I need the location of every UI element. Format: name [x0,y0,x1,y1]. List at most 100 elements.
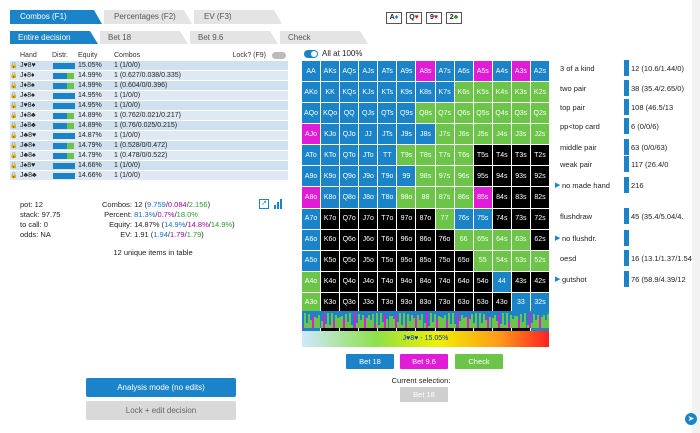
range-cell[interactable]: K7s [435,82,454,103]
range-cell[interactable]: 65s [473,229,492,250]
range-cell[interactable]: Q8o [340,187,359,208]
range-cell[interactable]: K6o [321,229,340,250]
range-cell[interactable]: 84o [416,271,435,292]
range-cell[interactable]: 98s [416,166,435,187]
table-row[interactable]: 🔒 J♠8♠ 14.95% 1 (1/0/0) [10,91,288,101]
range-cell[interactable]: A5s [473,61,492,82]
range-cell[interactable]: K3o [321,292,340,313]
lock-icon[interactable]: 🔒 [10,112,18,119]
category-row[interactable]: weak pair 117 (26.4/0 [555,156,700,172]
range-cell[interactable]: 75s [473,208,492,229]
range-cell[interactable]: Q3s [511,103,530,124]
lock-icon[interactable]: 🔒 [10,132,18,139]
expand-arrow-icon[interactable]: ▶ [555,275,560,283]
range-cell[interactable]: T3o [378,292,397,313]
range-cell[interactable]: KJs [359,82,378,103]
tab-bet-9-6[interactable]: Bet 9.6 [190,31,278,44]
lock-icon[interactable]: 🔒 [10,142,18,149]
range-cell[interactable]: 42s [530,271,549,292]
range-cell[interactable]: ATs [378,61,397,82]
range-cell[interactable]: T4s [492,145,511,166]
range-cell[interactable]: 64s [492,229,511,250]
range-cell[interactable]: KQs [340,82,359,103]
lock-icon[interactable]: 🔒 [10,62,18,69]
col-hand[interactable]: Hand [18,52,52,61]
lock-edit-decision-button[interactable]: Lock + edit decision [86,401,236,420]
range-cell[interactable]: J8s [416,124,435,145]
range-cell[interactable]: KTo [321,145,340,166]
range-cell[interactable]: KJo [321,124,340,145]
range-cell[interactable]: 85o [416,250,435,271]
range-cell[interactable]: Q5s [473,103,492,124]
range-cell[interactable]: Q7o [340,208,359,229]
range-cell[interactable]: J8o [359,187,378,208]
range-cell[interactable]: 43o [492,292,511,313]
range-cell[interactable]: A4o [302,271,321,292]
range-cell[interactable]: Q4o [340,271,359,292]
action-check-button[interactable]: Check [455,354,503,369]
range-cell[interactable]: T8o [378,187,397,208]
expand-arrow-icon[interactable]: ▶ [555,181,560,189]
range-cell[interactable]: AJo [302,124,321,145]
category-row[interactable]: middle pair 63 (0/0/63) [555,139,700,155]
range-cell[interactable]: 54o [473,271,492,292]
external-link-icon[interactable]: ↗ [259,199,269,209]
range-cell[interactable]: AKo [302,82,321,103]
range-cell[interactable]: T6s [454,145,473,166]
range-cell[interactable]: T9s [397,145,416,166]
range-cell[interactable]: K4o [321,271,340,292]
lock-icon[interactable]: 🔒 [10,72,18,79]
range-cell[interactable]: 93o [397,292,416,313]
tab-ev[interactable]: EV (F3) [194,10,282,24]
range-cell[interactable]: K4s [492,82,511,103]
range-cell[interactable]: KQo [321,103,340,124]
action-bet-9-6-button[interactable]: Bet 9.6 [400,354,448,369]
range-cell[interactable]: A6o [302,229,321,250]
range-cell[interactable]: K3s [511,82,530,103]
range-cell[interactable]: Q2s [530,103,549,124]
range-cell[interactable]: 44 [492,271,511,292]
range-cell[interactable]: QQ [340,103,359,124]
range-cell[interactable]: 95s [473,166,492,187]
range-cell[interactable]: 95o [397,250,416,271]
lock-icon[interactable]: 🔒 [10,162,18,169]
range-cell[interactable]: 62s [530,229,549,250]
range-cell[interactable]: QTo [340,145,359,166]
range-cell[interactable]: 96s [454,166,473,187]
range-cell[interactable]: J5s [473,124,492,145]
range-cell[interactable]: T9o [378,166,397,187]
range-cell[interactable]: T6o [378,229,397,250]
range-cell[interactable]: A3o [302,292,321,313]
tab-percentages[interactable]: Percentages (F2) [104,10,192,24]
lock-toggle[interactable] [272,52,286,59]
category-row[interactable]: ▶ no flushdr. [555,230,700,246]
range-cell[interactable]: K9s [397,82,416,103]
lock-icon[interactable]: 🔒 [10,102,18,109]
range-cell[interactable]: 73o [435,292,454,313]
range-cell[interactable]: 63o [454,292,473,313]
range-cell[interactable]: K7o [321,208,340,229]
range-cell[interactable]: AQs [340,61,359,82]
table-row[interactable]: 🔒 J♣8♥ 14.87% 1 (1/0/0) [10,131,288,141]
range-cell[interactable]: JTo [359,145,378,166]
range-cell[interactable]: 83s [511,187,530,208]
range-cell[interactable]: 97s [435,166,454,187]
range-cell[interactable]: 76o [435,229,454,250]
range-cell[interactable]: T7s [435,145,454,166]
table-row[interactable]: 🔒 J♦8♦ 14.99% 1 (0.627/0.038/0.335) [10,71,288,81]
range-cell[interactable]: A7s [435,61,454,82]
category-row[interactable]: ▶ gutshot 76 (58.9/4.39/12 [555,271,700,287]
analysis-mode-button[interactable]: Analysis mode (no edits) [86,378,236,397]
range-cell[interactable]: QTs [378,103,397,124]
range-cell[interactable]: 64o [454,271,473,292]
range-cell[interactable]: QJo [340,124,359,145]
bar-chart-icon[interactable] [273,199,283,209]
range-cell[interactable]: K8s [416,82,435,103]
range-cell[interactable]: 86s [454,187,473,208]
category-row[interactable]: top pair 108 (46.5/13 [555,99,700,115]
table-row[interactable]: 🔒 J♣8♠ 14.79% 1 (0.478/0/0.522) [10,151,288,161]
range-cell[interactable]: J6s [454,124,473,145]
table-row[interactable]: 🔒 J♣8♦ 14.79% 1 (0.528/0/0.472) [10,141,288,151]
table-row[interactable]: 🔒 J♦8♠ 14.99% 1 (0.604/0/0.396) [10,81,288,91]
range-cell[interactable]: 84s [492,187,511,208]
